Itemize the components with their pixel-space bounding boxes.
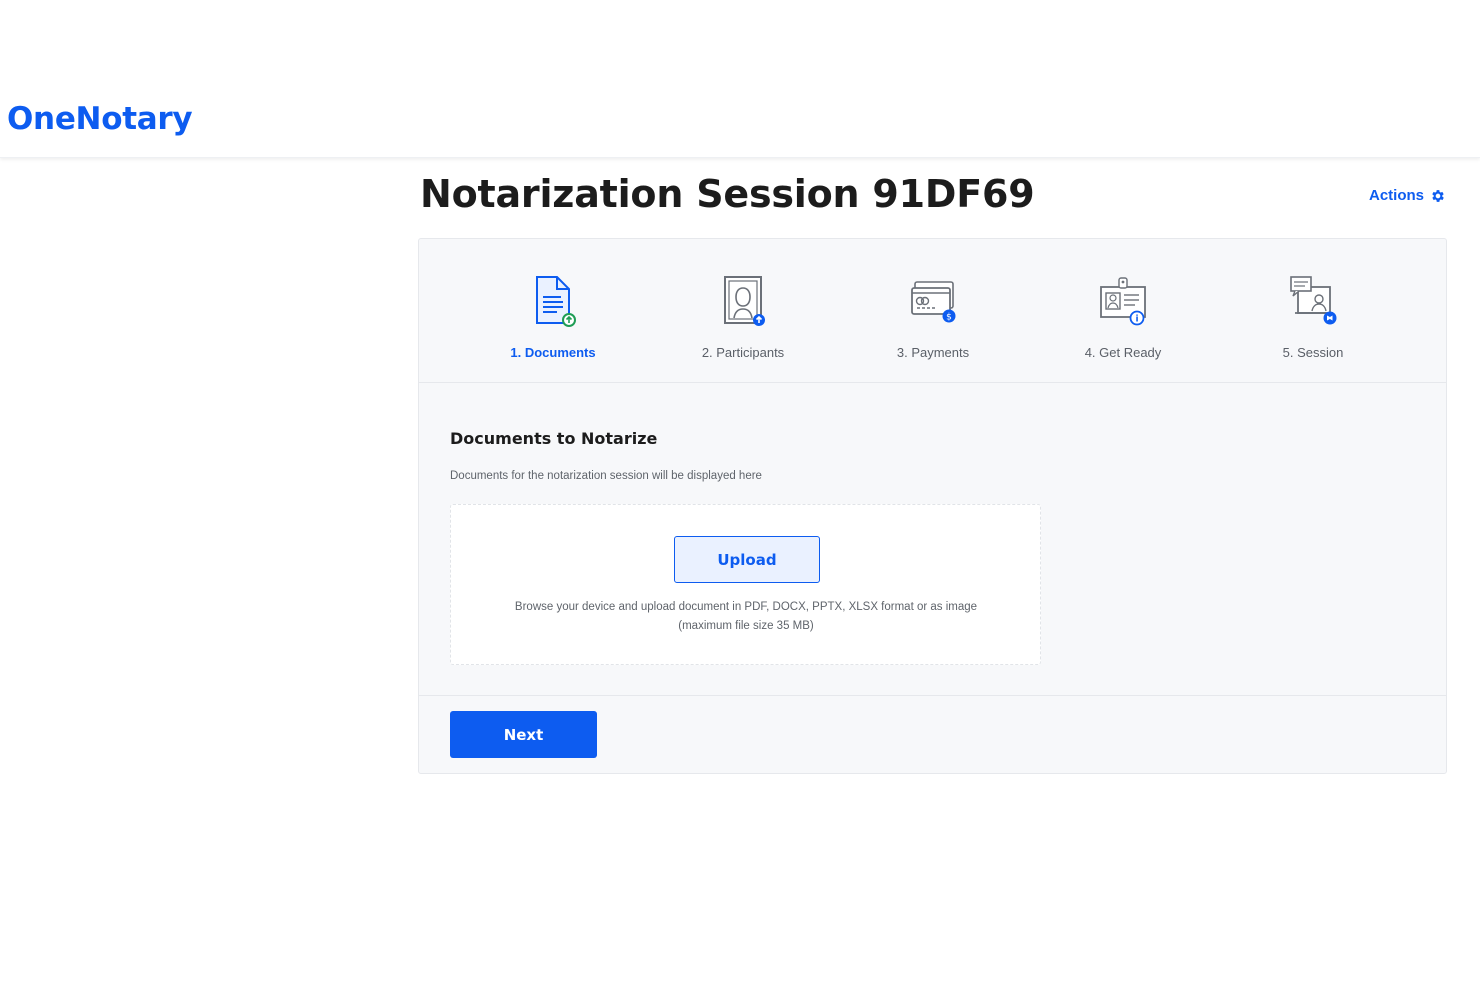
actions-button[interactable]: Actions (1369, 187, 1446, 204)
step-documents[interactable]: 1. Documents (483, 273, 623, 360)
session-card: 1. Documents 2. Participants $ 3. Paymen… (418, 238, 1447, 774)
upload-dropzone[interactable]: Upload Browse your device and upload doc… (450, 504, 1041, 665)
svg-text:$: $ (946, 313, 952, 323)
page-title: Notarization Session 91DF69 (420, 172, 1035, 216)
step-label: 3. Payments (896, 345, 970, 360)
gear-icon (1432, 189, 1444, 202)
payment-card-icon: $ (911, 281, 956, 323)
upload-button[interactable]: Upload (674, 536, 820, 583)
upload-help-text: Browse your device and upload document i… (514, 601, 978, 632)
next-button[interactable]: Next (450, 711, 597, 758)
svg-text:i: i (1135, 315, 1138, 325)
step-get-ready[interactable]: i 4. Get Ready (1053, 273, 1193, 360)
divider (419, 695, 1446, 696)
step-payments[interactable]: $ 3. Payments (863, 273, 1003, 360)
step-label: 1. Documents (510, 345, 596, 360)
section-subtitle: Documents for the notarization session w… (450, 470, 762, 482)
brand-logo[interactable]: OneNotary (7, 101, 193, 137)
id-card-info-icon: i (1100, 277, 1146, 326)
section-title: Documents to Notarize (450, 429, 658, 448)
steps-bar: 1. Documents 2. Participants $ 3. Paymen… (419, 239, 1446, 383)
actions-label: Actions (1368, 187, 1424, 204)
video-session-icon (1290, 276, 1337, 325)
top-bar: OneNotary (0, 0, 1480, 158)
document-upload-icon (536, 276, 576, 327)
step-label: 2. Participants (701, 345, 785, 360)
step-session[interactable]: 5. Session (1243, 273, 1383, 360)
step-label: 4. Get Ready (1084, 345, 1162, 360)
step-participants[interactable]: 2. Participants (673, 273, 813, 360)
participant-upload-icon (724, 276, 765, 326)
step-label: 5. Session (1282, 345, 1344, 360)
